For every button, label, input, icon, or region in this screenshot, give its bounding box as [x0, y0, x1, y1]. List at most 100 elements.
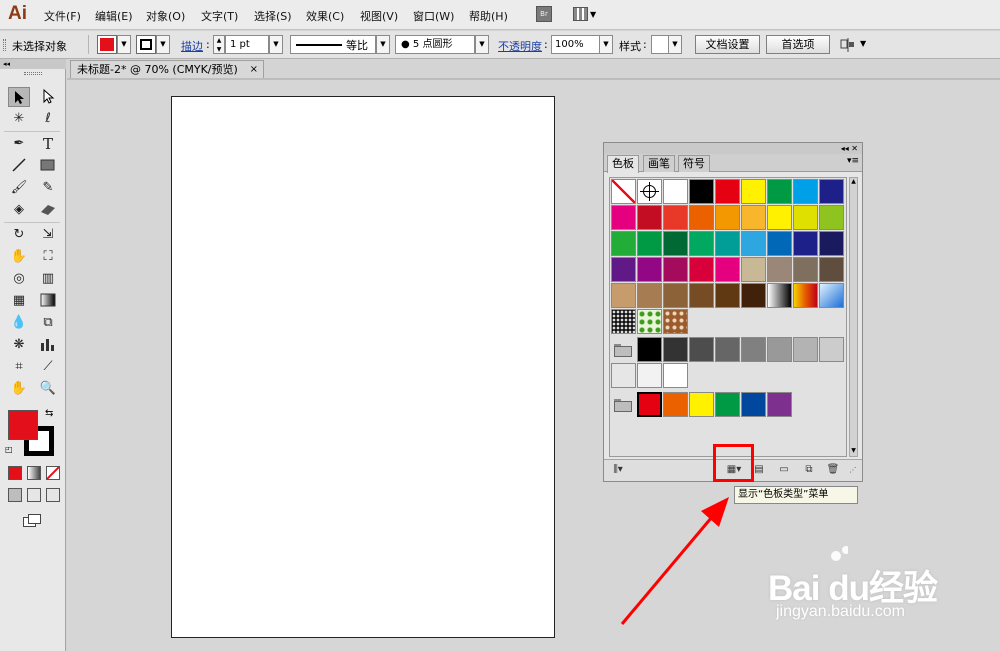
- stroke-weight-stepper[interactable]: ▲ ▼: [213, 35, 225, 54]
- tab-brushes[interactable]: 画笔: [643, 155, 675, 172]
- swatch[interactable]: [793, 283, 818, 308]
- menu-effect[interactable]: 效果(C): [306, 8, 344, 24]
- swatch[interactable]: [663, 337, 688, 362]
- swatch[interactable]: [741, 231, 766, 256]
- swatch[interactable]: [741, 257, 766, 282]
- swatch[interactable]: [793, 257, 818, 282]
- stroke-weight-input[interactable]: 1 pt: [225, 35, 269, 54]
- swatch[interactable]: [637, 392, 662, 417]
- default-fill-stroke-icon[interactable]: ◰: [5, 445, 13, 454]
- type-tool-icon[interactable]: T: [37, 134, 59, 154]
- brush-dropdown[interactable]: ▼: [475, 35, 489, 54]
- slice-tool-icon[interactable]: ⟋: [37, 357, 59, 377]
- swatch[interactable]: [819, 257, 844, 282]
- swatch[interactable]: [663, 231, 688, 256]
- swatch[interactable]: [819, 283, 844, 308]
- scroll-down-icon[interactable]: ▼: [850, 447, 857, 456]
- fill-swatch[interactable]: [8, 410, 38, 440]
- chevron-down-icon[interactable]: ▼: [860, 39, 866, 48]
- blend-tool-icon[interactable]: ⧉: [37, 313, 59, 333]
- swatch[interactable]: [741, 179, 766, 204]
- panel-collapse-bar[interactable]: ◂◂ ✕: [604, 143, 862, 154]
- registration-swatch[interactable]: [637, 179, 662, 204]
- new-color-group-icon[interactable]: ▭: [775, 463, 793, 477]
- direct-selection-tool-icon[interactable]: [37, 87, 59, 107]
- document-setup-button[interactable]: 文档设置: [695, 35, 760, 54]
- stroke-weight-dropdown[interactable]: ▼: [269, 35, 283, 54]
- swatch[interactable]: [767, 205, 792, 230]
- swatch[interactable]: [741, 283, 766, 308]
- selection-tool-icon[interactable]: [8, 87, 30, 107]
- swatch[interactable]: [689, 392, 714, 417]
- menu-window[interactable]: 窗口(W): [413, 8, 454, 24]
- swatch[interactable]: [767, 392, 792, 417]
- free-transform-tool-icon[interactable]: ⛶: [37, 247, 59, 267]
- swatch[interactable]: [637, 257, 662, 282]
- color-group-folder-icon[interactable]: [611, 337, 637, 362]
- swatch[interactable]: [767, 231, 792, 256]
- document-tab[interactable]: 未标题-2* @ 70% (CMYK/预览) ×: [70, 60, 264, 79]
- swatch[interactable]: [663, 309, 688, 334]
- swatch[interactable]: [689, 283, 714, 308]
- draw-normal-icon[interactable]: [8, 488, 22, 502]
- swatch[interactable]: [689, 337, 714, 362]
- style-dropdown[interactable]: ▼: [668, 35, 682, 54]
- swatch[interactable]: [715, 257, 740, 282]
- panel-menu-icon[interactable]: ▾≡: [847, 156, 859, 166]
- swatch[interactable]: [611, 309, 636, 334]
- menu-type[interactable]: 文字(T): [201, 8, 238, 24]
- none-swatch[interactable]: [611, 179, 636, 204]
- rotate-tool-icon[interactable]: ↻: [8, 225, 30, 245]
- lasso-tool-icon[interactable]: ℓ: [37, 109, 59, 129]
- swatch[interactable]: [663, 392, 688, 417]
- menu-select[interactable]: 选择(S): [254, 8, 292, 24]
- swatch[interactable]: [611, 257, 636, 282]
- swatch[interactable]: [637, 283, 662, 308]
- swatch[interactable]: [663, 205, 688, 230]
- artboard-tool-icon[interactable]: ⌗: [8, 357, 30, 377]
- shape-builder-tool-icon[interactable]: ◎: [8, 269, 30, 289]
- swatch[interactable]: [819, 179, 844, 204]
- magic-wand-tool-icon[interactable]: ✳: [8, 109, 30, 129]
- paintbrush-tool-icon[interactable]: 🖌: [8, 178, 30, 198]
- swatch[interactable]: [611, 283, 636, 308]
- swatch[interactable]: [767, 283, 792, 308]
- swatch[interactable]: [689, 179, 714, 204]
- swatch[interactable]: [689, 231, 714, 256]
- swatch[interactable]: [741, 205, 766, 230]
- swatch[interactable]: [637, 231, 662, 256]
- mesh-tool-icon[interactable]: ▦: [8, 291, 30, 311]
- hand-tool-icon[interactable]: ✋: [8, 379, 30, 399]
- swatch[interactable]: [767, 179, 792, 204]
- swatch[interactable]: [637, 363, 662, 388]
- swatch[interactable]: [767, 257, 792, 282]
- swatch[interactable]: [819, 231, 844, 256]
- fill-color-button[interactable]: [97, 35, 117, 54]
- gradient-mode-icon[interactable]: [27, 466, 41, 480]
- tab-swatches[interactable]: 色板: [607, 155, 639, 173]
- swatch[interactable]: [611, 363, 636, 388]
- swatch[interactable]: [663, 363, 688, 388]
- swatch-libraries-icon[interactable]: ⫼▾: [609, 463, 627, 477]
- color-group-folder-icon[interactable]: [611, 392, 637, 417]
- color-mode-icon[interactable]: [8, 466, 22, 480]
- swatch[interactable]: [767, 337, 792, 362]
- swatch[interactable]: [637, 309, 662, 334]
- symbol-sprayer-tool-icon[interactable]: ❋: [8, 335, 30, 355]
- tab-symbols[interactable]: 符号: [678, 155, 710, 172]
- artboard[interactable]: [171, 96, 555, 638]
- swatch[interactable]: [741, 337, 766, 362]
- brush-select[interactable]: ● 5 点圆形: [395, 35, 475, 54]
- screen-mode-icon[interactable]: [23, 514, 41, 527]
- swatch[interactable]: [663, 283, 688, 308]
- eyedropper-tool-icon[interactable]: 💧: [8, 313, 30, 333]
- new-swatch-icon[interactable]: ⧉: [800, 463, 818, 477]
- swap-fill-stroke-icon[interactable]: ⇆: [45, 408, 53, 419]
- scale-tool-icon[interactable]: ⇲: [37, 225, 59, 245]
- draw-inside-icon[interactable]: [46, 488, 60, 502]
- swatch[interactable]: [611, 231, 636, 256]
- zoom-tool-icon[interactable]: 🔍: [37, 379, 59, 399]
- fill-dropdown-arrow[interactable]: ▼: [117, 35, 131, 54]
- swatch[interactable]: [793, 337, 818, 362]
- menu-help[interactable]: 帮助(H): [469, 8, 508, 24]
